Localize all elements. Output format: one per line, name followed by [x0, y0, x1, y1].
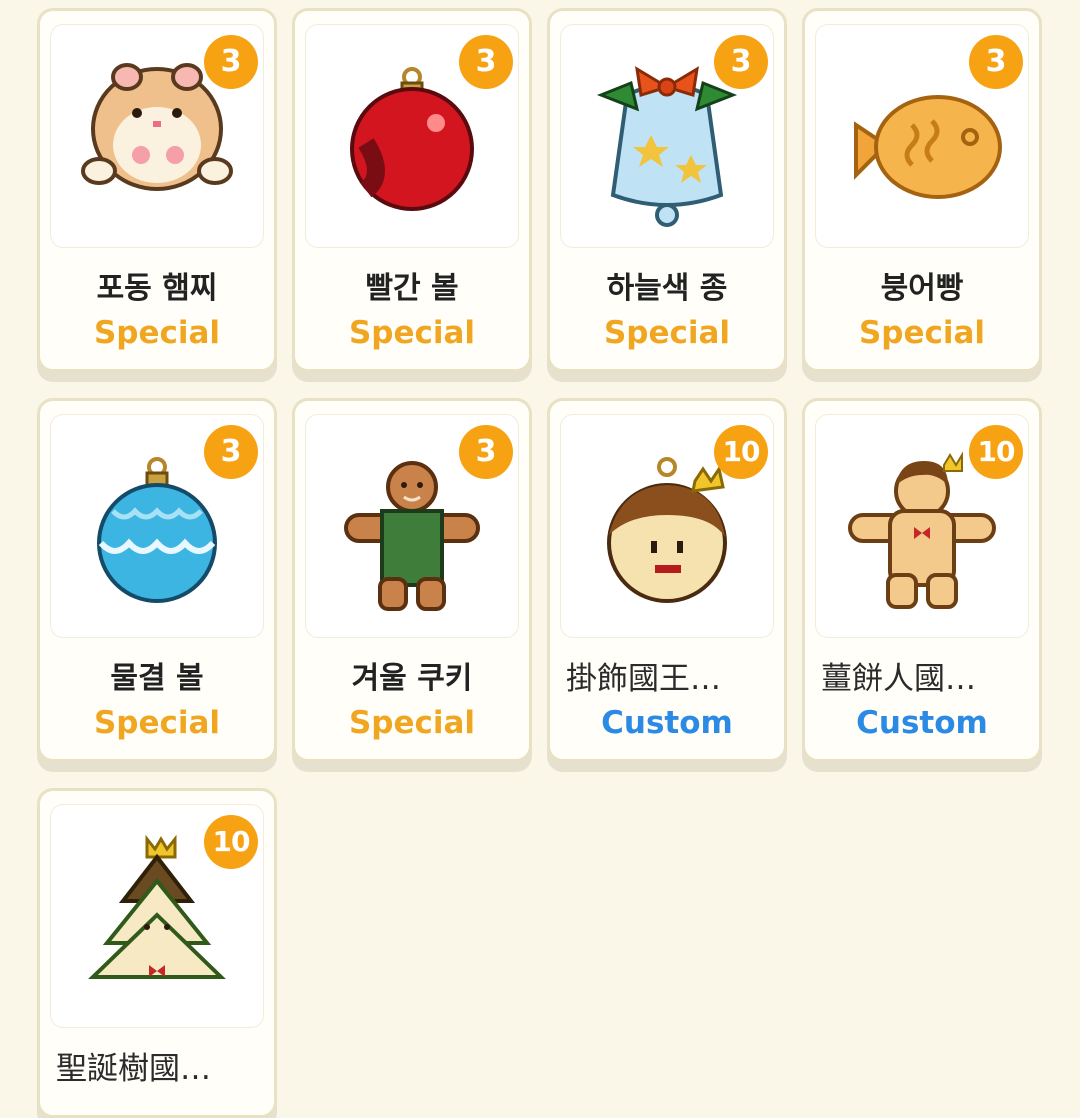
count-badge: 3: [459, 35, 513, 89]
item-tier: Special: [348, 315, 476, 351]
count-badge: 3: [204, 425, 258, 479]
item-name: 빨간 볼: [365, 271, 459, 306]
item-card[interactable]: 3 하늘색 종 Special: [547, 8, 787, 372]
count-badge: 3: [714, 35, 768, 89]
item-card[interactable]: 3 빨간 볼 Special: [292, 8, 532, 372]
count-badge: 10: [204, 815, 258, 869]
item-name: 掛飾國王…: [566, 661, 721, 697]
item-card[interactable]: 3 물결 볼 Special: [37, 398, 277, 762]
item-name: 薑餅人國…: [821, 661, 976, 697]
item-card[interactable]: 3 포동 햄찌 Special: [37, 8, 277, 372]
count-badge: 3: [459, 425, 513, 479]
item-name: 聖誕樹國…: [56, 1051, 211, 1087]
item-card[interactable]: 10 掛飾國王… Custom: [547, 398, 787, 762]
item-name: 붕어빵: [880, 271, 964, 306]
count-badge: 3: [204, 35, 258, 89]
item-card[interactable]: 10 聖誕樹國…: [37, 788, 277, 1118]
count-badge: 3: [969, 35, 1023, 89]
item-tier: Custom: [856, 705, 988, 741]
item-name: 물결 볼: [110, 661, 204, 696]
count-badge: 10: [714, 425, 768, 479]
count-badge: 10: [969, 425, 1023, 479]
item-card[interactable]: 10 薑餅人國… Custom: [802, 398, 1042, 762]
item-tier: Custom: [601, 705, 733, 741]
item-name: 하늘색 종: [606, 271, 728, 306]
item-name: 포동 햄찌: [96, 271, 218, 306]
item-tier: Special: [93, 315, 221, 351]
item-tier: Special: [93, 705, 221, 741]
item-tier: Special: [348, 705, 476, 741]
item-card[interactable]: 3 붕어빵 Special: [802, 8, 1042, 372]
item-grid: 3 포동 햄찌 Special 3 빨간 볼 Special 3 하늘색 종 S…: [0, 0, 1080, 1118]
item-tier: Special: [858, 315, 986, 351]
item-name: 겨울 쿠키: [351, 661, 473, 696]
item-tier: Special: [603, 315, 731, 351]
item-card[interactable]: 3 겨울 쿠키 Special: [292, 398, 532, 762]
